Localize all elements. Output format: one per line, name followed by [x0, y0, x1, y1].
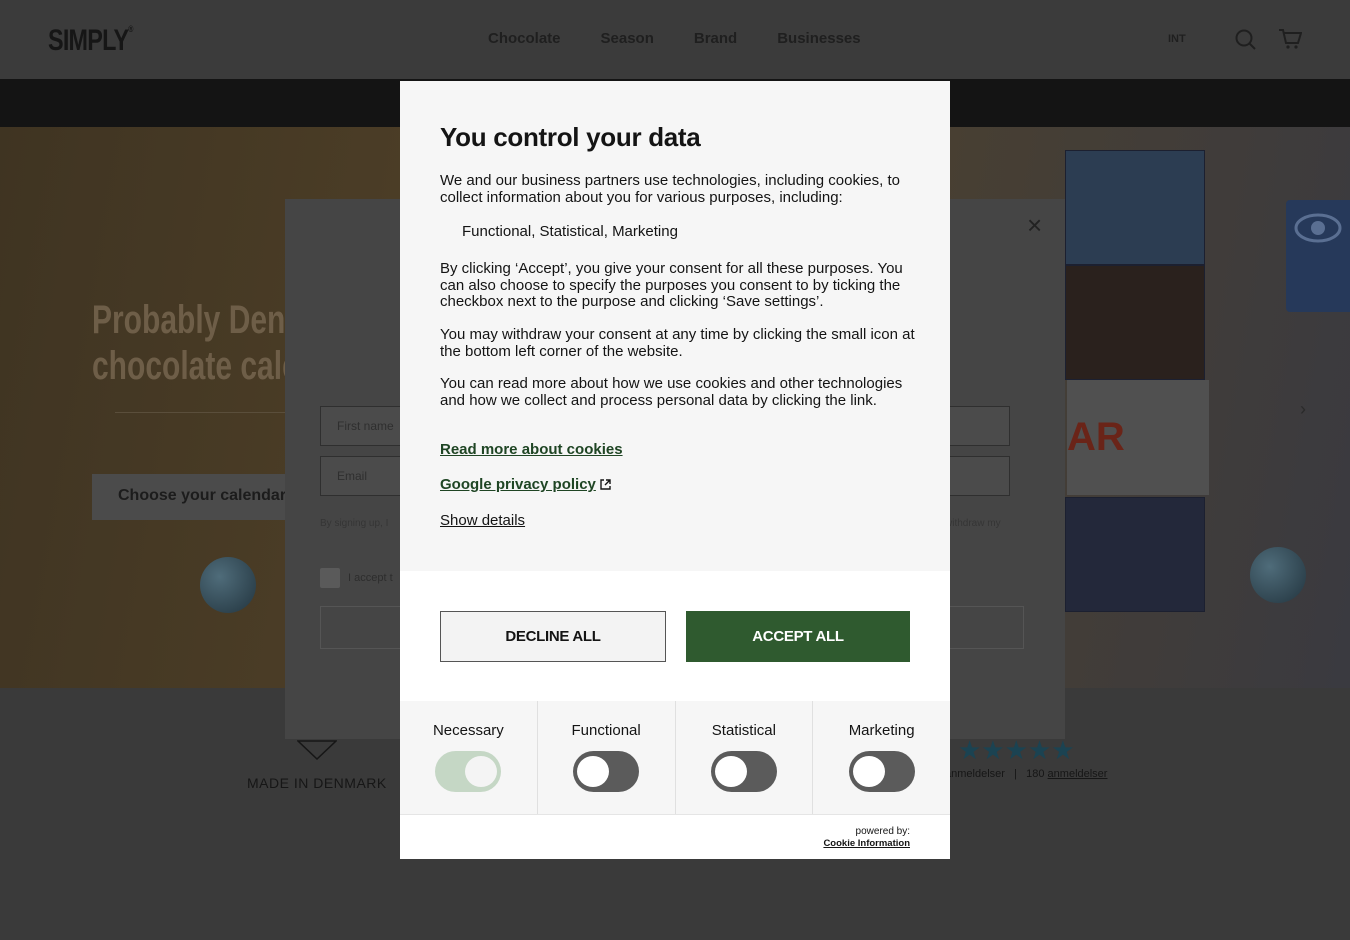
- decline-all-button[interactable]: DECLINE ALL: [440, 611, 666, 662]
- category-label: Statistical: [711, 722, 776, 739]
- withdraw-text: You may withdraw your consent at any tim…: [440, 326, 915, 360]
- nav-item-brand[interactable]: Brand: [694, 30, 737, 47]
- category-label: Necessary: [432, 722, 504, 739]
- read-more-text: You can read more about how we use cooki…: [440, 375, 903, 409]
- newsletter-terms-text: withdraw my: [945, 518, 1001, 529]
- rating-stars: ★★★★★: [958, 735, 1075, 765]
- ornament-image: [200, 557, 256, 613]
- google-privacy-link[interactable]: Google privacy policy: [440, 476, 611, 493]
- toggle-knob: [465, 756, 498, 787]
- reviews-summary[interactable]: anmeldelser | 180 anmeldelser: [945, 768, 1107, 780]
- category-necessary: Necessary: [400, 701, 538, 814]
- toggle-knob: [577, 756, 610, 787]
- choose-calendar-button[interactable]: Choose your calendar: [92, 474, 302, 520]
- calendar-image: [1065, 150, 1205, 265]
- category-statistical: Statistical: [676, 701, 814, 814]
- dialog-title: You control your data: [440, 122, 701, 152]
- dialog-footer: powered by: Cookie Information: [400, 814, 950, 859]
- hero-title: Probably Denm chocolate cale: [92, 298, 313, 388]
- newsletter-accept-checkbox[interactable]: [320, 568, 340, 588]
- cookie-dialog-body: You control your data We and our busines…: [400, 81, 950, 571]
- category-functional: Functional: [538, 701, 676, 814]
- functional-toggle[interactable]: [573, 751, 640, 792]
- nav-item-chocolate[interactable]: Chocolate: [488, 30, 561, 47]
- hero-subtitle-lines: [115, 412, 295, 448]
- search-icon[interactable]: [1234, 28, 1258, 50]
- nav-item-season[interactable]: Season: [601, 30, 654, 47]
- external-link-icon: [600, 479, 611, 490]
- accept-all-button[interactable]: ACCEPT ALL: [686, 611, 910, 662]
- newsletter-accept-label: I accept t: [348, 572, 393, 584]
- main-nav: Chocolate Season Brand Businesses: [488, 30, 861, 47]
- cookie-consent-dialog: You control your data We and our busines…: [400, 81, 950, 859]
- toggle-knob: [714, 756, 747, 787]
- category-marketing: Marketing: [813, 701, 950, 814]
- ornament-image: [1250, 547, 1306, 603]
- eye-icon: [1294, 213, 1342, 243]
- made-in-denmark-label: MADE IN DENMARK: [247, 775, 387, 791]
- toggle-knob: [852, 756, 885, 787]
- marketing-toggle[interactable]: [848, 751, 915, 792]
- site-logo[interactable]: SIMPLY®: [48, 24, 133, 58]
- cookie-information-link[interactable]: Cookie Information: [823, 838, 910, 849]
- cart-icon[interactable]: [1278, 28, 1303, 50]
- calendar-image: AR: [1067, 380, 1209, 495]
- category-label: Functional: [571, 722, 641, 739]
- statistical-toggle[interactable]: [710, 751, 777, 792]
- category-label: Marketing: [848, 722, 915, 739]
- calendar-image: [1065, 497, 1205, 612]
- nav-item-businesses[interactable]: Businesses: [777, 30, 860, 47]
- read-more-cookies-link[interactable]: Read more about cookies: [440, 441, 623, 458]
- diamond-icon: [297, 740, 337, 760]
- necessary-toggle: [435, 751, 502, 792]
- carousel-next-icon[interactable]: ›: [1300, 399, 1306, 420]
- calendar-image: [1065, 265, 1205, 380]
- consent-text: By clicking ‘Accept’, you give your cons…: [440, 260, 903, 310]
- powered-by: powered by: Cookie Information: [823, 826, 910, 849]
- consent-categories: Necessary Functional Statistical Marketi…: [400, 701, 950, 814]
- purposes-list: Functional, Statistical, Marketing: [462, 223, 678, 240]
- newsletter-terms-text: By signing up, I: [320, 518, 389, 529]
- language-selector[interactable]: INT: [1168, 33, 1186, 45]
- site-header: SIMPLY® Chocolate Season Brand Businesse…: [0, 0, 1350, 79]
- close-icon[interactable]: ×: [1027, 210, 1042, 241]
- show-details-link[interactable]: Show details: [440, 512, 525, 529]
- accessibility-badge[interactable]: [1286, 200, 1350, 312]
- intro-text: We and our business partners use technol…: [440, 172, 900, 206]
